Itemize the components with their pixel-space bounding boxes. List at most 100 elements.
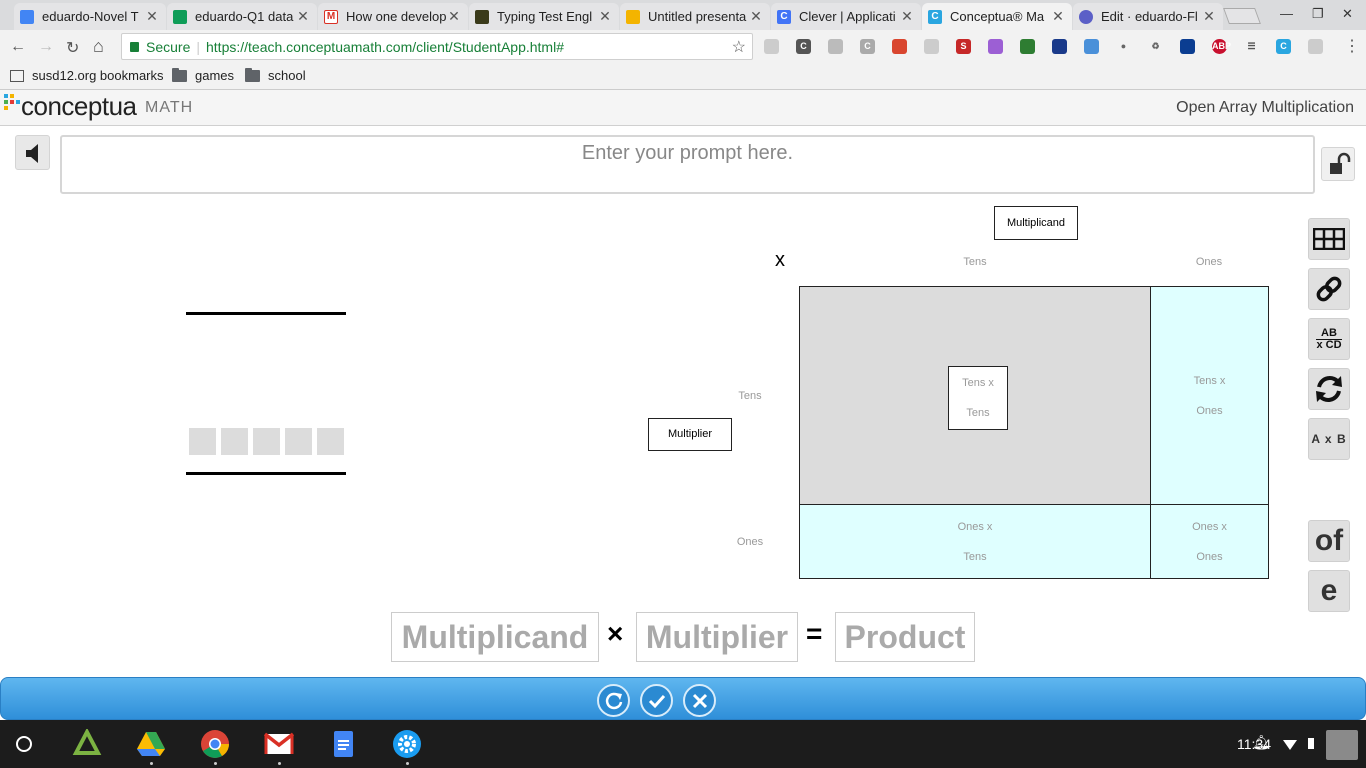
prompt-input[interactable]: Enter your prompt here. bbox=[60, 135, 1315, 194]
digit-tile[interactable] bbox=[221, 428, 248, 455]
digit-tile[interactable] bbox=[285, 428, 312, 455]
rotate-tool-button[interactable] bbox=[1308, 368, 1350, 410]
forward-icon[interactable]: → bbox=[38, 38, 54, 56]
news-extension-icon[interactable] bbox=[1052, 39, 1067, 54]
tab-conceptua[interactable]: C Conceptua® Ma ✕ bbox=[922, 3, 1072, 30]
tab-edit[interactable]: Edit · eduardo-Fl ✕ bbox=[1073, 3, 1223, 30]
restore-icon[interactable]: ❐ bbox=[1312, 6, 1324, 22]
equation-multiplicand-field[interactable]: Multiplicand bbox=[391, 612, 599, 662]
digit-tile[interactable] bbox=[189, 428, 216, 455]
book-extension-icon[interactable] bbox=[892, 39, 907, 54]
list-extension-icon[interactable]: ☰ bbox=[1244, 39, 1259, 54]
bookmark-star-icon[interactable]: ☆ bbox=[732, 37, 746, 57]
close-window-icon[interactable]: ✕ bbox=[1342, 6, 1353, 22]
close-icon[interactable]: ✕ bbox=[295, 8, 311, 25]
menu-kebab-icon[interactable]: ⋮ bbox=[1344, 36, 1360, 56]
puzzle-extension-icon[interactable] bbox=[988, 39, 1003, 54]
minimize-icon[interactable]: — bbox=[1280, 6, 1293, 21]
e-tool-button[interactable]: e bbox=[1308, 570, 1350, 612]
cell-ones-ones[interactable]: Ones x Ones bbox=[1150, 504, 1269, 579]
home-icon[interactable]: ⌂ bbox=[93, 36, 104, 57]
cell-label-top: Ones x bbox=[957, 521, 993, 533]
tab-typing-test[interactable]: Typing Test Engl ✕ bbox=[469, 3, 619, 30]
extension-icon[interactable] bbox=[828, 39, 843, 54]
avatar[interactable] bbox=[1326, 730, 1358, 760]
partial-product-box[interactable]: Tens x Tens bbox=[948, 366, 1008, 430]
speaker-button[interactable] bbox=[15, 135, 50, 170]
tab-novel[interactable]: eduardo-Novel T ✕ bbox=[14, 3, 166, 30]
play-extension-icon[interactable] bbox=[924, 39, 939, 54]
link-icon bbox=[1316, 276, 1342, 302]
reset-button[interactable] bbox=[597, 684, 630, 717]
tab-q1-data[interactable]: eduardo-Q1 data ✕ bbox=[167, 3, 317, 30]
check-button[interactable] bbox=[640, 684, 673, 717]
abcd-tool-button[interactable]: AB x CD bbox=[1308, 318, 1350, 360]
docs-extension-icon[interactable] bbox=[1084, 39, 1099, 54]
adblock-icon[interactable]: ABP bbox=[1212, 39, 1231, 54]
bookmark-susd12[interactable]: susd12.org bookmarks bbox=[10, 68, 164, 83]
back-icon[interactable]: ← bbox=[10, 38, 26, 56]
axb-tool-button[interactable]: A x B bbox=[1308, 418, 1350, 460]
logo-text: conceptua bbox=[21, 91, 137, 121]
shield-extension-icon[interactable] bbox=[1180, 39, 1195, 54]
close-icon[interactable]: ✕ bbox=[1201, 8, 1217, 25]
chrome-app-icon[interactable] bbox=[200, 729, 230, 759]
c-gray-extension-icon[interactable]: C bbox=[860, 39, 875, 54]
link-tool-button[interactable] bbox=[1308, 268, 1350, 310]
cell-label-top: Tens x bbox=[1193, 375, 1226, 387]
close-icon[interactable]: ✕ bbox=[144, 8, 160, 25]
address-bar[interactable]: Secure | https://teach.conceptuamath.com… bbox=[121, 33, 753, 60]
launcher-icon[interactable] bbox=[16, 736, 32, 752]
bookmark-folder-games[interactable]: games bbox=[172, 67, 234, 83]
equation-multiplier-field[interactable]: Multiplier bbox=[636, 612, 798, 662]
tab-gmail[interactable]: M How one develop ✕ bbox=[318, 3, 468, 30]
cell-ones-tens[interactable]: Ones x Tens bbox=[799, 504, 1151, 579]
wifi-icon[interactable] bbox=[1283, 740, 1297, 750]
cell-label-bottom: Tens bbox=[966, 407, 990, 419]
reload-icon[interactable]: ↻ bbox=[66, 38, 79, 58]
separator: | bbox=[196, 38, 200, 55]
recycle-extension-icon[interactable]: ♻ bbox=[1148, 39, 1163, 54]
close-icon[interactable]: ✕ bbox=[446, 8, 462, 25]
clear-button[interactable] bbox=[683, 684, 716, 717]
settings-app-icon[interactable] bbox=[392, 729, 422, 759]
c-extension-icon[interactable]: C bbox=[796, 39, 811, 54]
camera-extension-icon[interactable] bbox=[764, 39, 779, 54]
battery-icon[interactable] bbox=[1308, 738, 1314, 749]
s-extension-icon[interactable]: S bbox=[956, 39, 971, 54]
multiplier-box[interactable]: Multiplier bbox=[648, 418, 732, 451]
conceptua-extension-icon[interactable]: C bbox=[1276, 39, 1291, 54]
digit-tile[interactable] bbox=[317, 428, 344, 455]
bookmark-folder-school[interactable]: school bbox=[245, 67, 306, 83]
cell-label-top: Ones x bbox=[1192, 521, 1227, 533]
clock[interactable]: 11:34 bbox=[1237, 736, 1271, 752]
tab-label: Edit · eduardo-Fl bbox=[1101, 9, 1198, 24]
grid-tool-button[interactable] bbox=[1308, 218, 1350, 260]
quizlet-icon bbox=[1079, 9, 1093, 24]
tab-presentation[interactable]: Untitled presenta ✕ bbox=[620, 3, 770, 30]
pen-extension-icon[interactable] bbox=[1020, 39, 1035, 54]
mic-extension-icon[interactable]: ● bbox=[1116, 39, 1131, 54]
bookmark-label: school bbox=[268, 68, 306, 83]
multiplicand-box[interactable]: Multiplicand bbox=[994, 206, 1078, 240]
tab-clever[interactable]: C Clever | Applicati ✕ bbox=[771, 3, 921, 30]
close-icon[interactable]: ✕ bbox=[748, 8, 764, 25]
gmail-app-icon[interactable] bbox=[263, 729, 295, 759]
drive-app-icon[interactable] bbox=[136, 729, 166, 759]
extension-gray-icon[interactable] bbox=[1308, 39, 1323, 54]
docs-app-icon[interactable] bbox=[328, 729, 358, 759]
close-icon[interactable]: ✕ bbox=[597, 8, 613, 25]
cell-tens-ones[interactable]: Tens x Ones bbox=[1150, 286, 1269, 505]
close-icon[interactable]: ✕ bbox=[899, 8, 915, 25]
of-tool-button[interactable]: of bbox=[1308, 520, 1350, 562]
bookmarks-bar: susd12.org bookmarks games school bbox=[0, 64, 1366, 90]
unlock-button[interactable] bbox=[1321, 147, 1355, 181]
close-icon[interactable]: ✕ bbox=[1050, 8, 1066, 25]
new-tab-button[interactable] bbox=[1223, 8, 1261, 24]
equation-product-field[interactable]: Product bbox=[835, 612, 975, 662]
recycle-app-icon[interactable] bbox=[72, 727, 102, 759]
grid-icon bbox=[1313, 228, 1345, 250]
digit-tile[interactable] bbox=[253, 428, 280, 455]
check-icon bbox=[648, 694, 665, 708]
cell-tens-tens[interactable]: Tens x Tens bbox=[799, 286, 1151, 505]
